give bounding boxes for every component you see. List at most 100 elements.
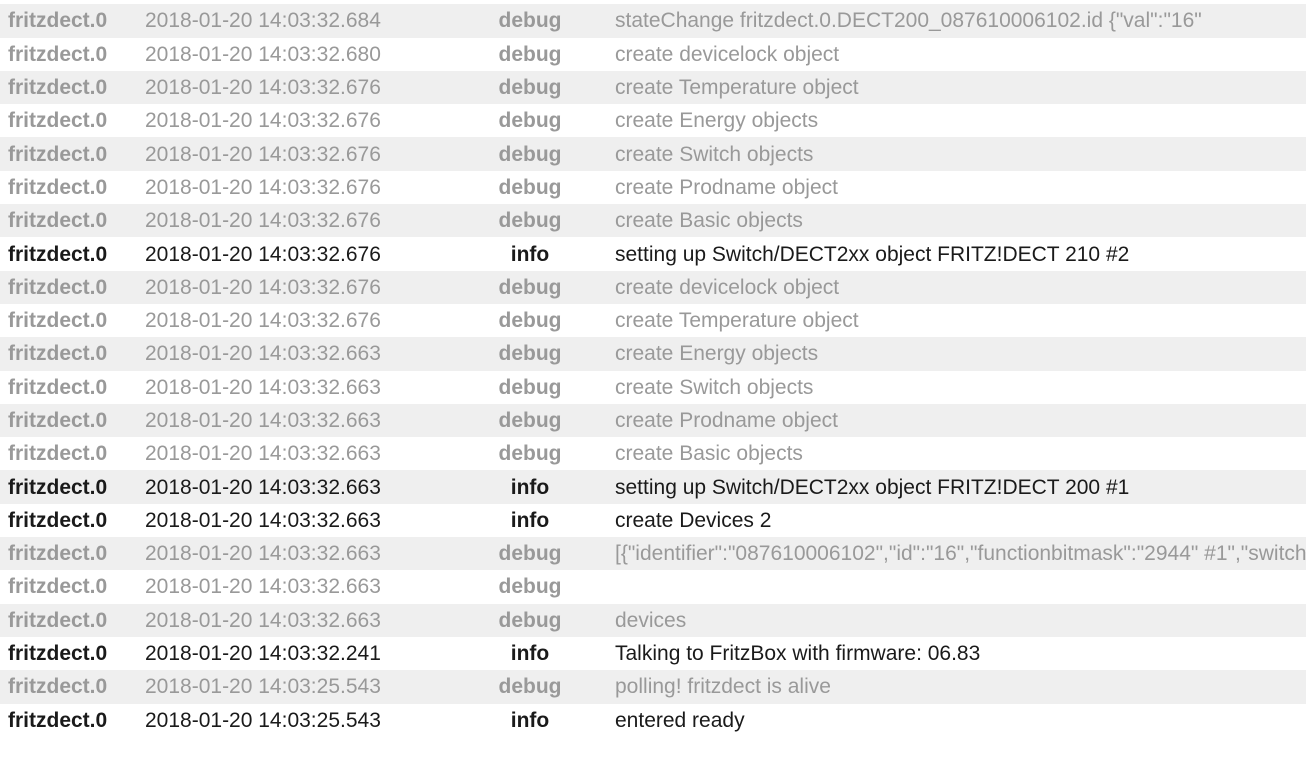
log-row[interactable]: fritzdect.0 2018-01-20 14:03:32.241 info Ta… xyxy=(0,636,1306,671)
log-severity: debug xyxy=(475,70,585,105)
log-row[interactable]: fritzdect.0 2018-01-20 14:03:32.676 debug c… xyxy=(0,270,1306,304)
log-source: fritzdect.0 xyxy=(0,70,145,105)
log-row[interactable]: fritzdect.0 2018-01-20 14:03:25.543 debug p… xyxy=(0,670,1306,704)
log-severity: info xyxy=(475,703,585,737)
log-severity: debug xyxy=(475,104,585,138)
log-row[interactable]: fritzdect.0 2018-01-20 14:03:32.676 debug c… xyxy=(0,70,1306,105)
log-message: devices xyxy=(585,603,1306,637)
log-source: fritzdect.0 xyxy=(0,370,145,404)
log-severity: debug xyxy=(475,403,585,438)
log-timestamp: 2018-01-20 14:03:32.684 xyxy=(145,4,475,38)
log-source: fritzdect.0 xyxy=(0,636,145,671)
log-table: fritzdect.0 2018-01-20 14:03:32.684 debug s… xyxy=(0,0,1306,737)
log-source: fritzdect.0 xyxy=(0,270,145,304)
log-message: create Energy objects xyxy=(585,337,1306,371)
log-timestamp: 2018-01-20 14:03:32.676 xyxy=(145,137,475,171)
log-timestamp: 2018-01-20 14:03:25.543 xyxy=(145,670,475,704)
log-message: create Switch objects xyxy=(585,370,1306,404)
log-severity: debug xyxy=(475,537,585,571)
log-row[interactable]: fritzdect.0 2018-01-20 14:03:32.676 info se… xyxy=(0,237,1306,271)
log-row[interactable]: fritzdect.0 2018-01-20 14:03:32.676 debug c… xyxy=(0,104,1306,138)
log-source: fritzdect.0 xyxy=(0,237,145,271)
log-message: create Temperature object xyxy=(585,70,1306,105)
log-row[interactable]: fritzdect.0 2018-01-20 14:03:32.663 debug c… xyxy=(0,437,1306,471)
log-table-body: fritzdect.0 2018-01-20 14:03:32.684 debug s… xyxy=(0,0,1306,737)
log-source: fritzdect.0 xyxy=(0,470,145,504)
log-row[interactable]: fritzdect.0 2018-01-20 14:03:32.684 debug s… xyxy=(0,4,1306,38)
log-message: create Basic objects xyxy=(585,437,1306,471)
log-source: fritzdect.0 xyxy=(0,437,145,471)
log-severity: info xyxy=(475,470,585,504)
log-message: polling! fritzdect is alive xyxy=(585,670,1306,704)
log-message: create Energy objects xyxy=(585,104,1306,138)
log-severity: debug xyxy=(475,570,585,604)
log-row[interactable]: fritzdect.0 2018-01-20 14:03:32.663 debug c… xyxy=(0,403,1306,438)
log-message: [{"identifier":"087610006102","id":"16",… xyxy=(585,537,1306,571)
log-severity: debug xyxy=(475,37,585,71)
log-timestamp: 2018-01-20 14:03:32.663 xyxy=(145,470,475,504)
log-timestamp: 2018-01-20 14:03:32.663 xyxy=(145,403,475,438)
log-message: create devicelock object xyxy=(585,37,1306,71)
log-source: fritzdect.0 xyxy=(0,4,145,38)
log-source: fritzdect.0 xyxy=(0,537,145,571)
log-timestamp: 2018-01-20 14:03:32.676 xyxy=(145,270,475,304)
log-row[interactable]: fritzdect.0 2018-01-20 14:03:32.663 debug d… xyxy=(0,603,1306,637)
log-row[interactable]: fritzdect.0 2018-01-20 14:03:32.663 debug[… xyxy=(0,537,1306,571)
log-source: fritzdect.0 xyxy=(0,570,145,604)
log-row[interactable]: fritzdect.0 2018-01-20 14:03:32.676 debug c… xyxy=(0,204,1306,238)
log-row[interactable]: fritzdect.0 2018-01-20 14:03:32.680 debug c… xyxy=(0,37,1306,71)
log-timestamp: 2018-01-20 14:03:32.676 xyxy=(145,170,475,205)
log-source: fritzdect.0 xyxy=(0,104,145,138)
log-timestamp: 2018-01-20 14:03:32.663 xyxy=(145,370,475,404)
log-message: stateChange fritzdect.0.DECT200_08761000… xyxy=(585,4,1306,38)
log-source: fritzdect.0 xyxy=(0,337,145,371)
log-severity: debug xyxy=(475,670,585,704)
log-severity: debug xyxy=(475,370,585,404)
log-row[interactable]: fritzdect.0 2018-01-20 14:03:32.676 debug c… xyxy=(0,137,1306,171)
log-severity: debug xyxy=(475,137,585,171)
log-message: setting up Switch/DECT2xx object FRITZ!D… xyxy=(585,470,1306,504)
log-source: fritzdect.0 xyxy=(0,170,145,205)
log-timestamp: 2018-01-20 14:03:32.680 xyxy=(145,37,475,71)
log-source: fritzdect.0 xyxy=(0,603,145,637)
log-source: fritzdect.0 xyxy=(0,503,145,538)
log-message: setting up Switch/DECT2xx object FRITZ!D… xyxy=(585,237,1306,271)
log-source: fritzdect.0 xyxy=(0,303,145,338)
log-row[interactable]: fritzdect.0 2018-01-20 14:03:32.663 debug c… xyxy=(0,337,1306,371)
log-severity: debug xyxy=(475,337,585,371)
log-row[interactable]: fritzdect.0 2018-01-20 14:03:25.543 info en… xyxy=(0,703,1306,737)
log-timestamp: 2018-01-20 14:03:32.663 xyxy=(145,537,475,571)
log-message: create Prodname object xyxy=(585,170,1306,205)
log-severity: debug xyxy=(475,170,585,205)
log-row[interactable]: fritzdect.0 2018-01-20 14:03:32.663 debug c… xyxy=(0,370,1306,404)
log-timestamp: 2018-01-20 14:03:32.676 xyxy=(145,204,475,238)
log-severity: debug xyxy=(475,303,585,338)
log-row[interactable]: fritzdect.0 2018-01-20 14:03:32.676 debug c… xyxy=(0,303,1306,338)
log-source: fritzdect.0 xyxy=(0,37,145,71)
log-timestamp: 2018-01-20 14:03:32.663 xyxy=(145,437,475,471)
log-source: fritzdect.0 xyxy=(0,204,145,238)
log-severity: debug xyxy=(475,204,585,238)
log-severity: info xyxy=(475,503,585,538)
log-severity: debug xyxy=(475,270,585,304)
log-timestamp: 2018-01-20 14:03:32.676 xyxy=(145,237,475,271)
log-severity: debug xyxy=(475,603,585,637)
log-timestamp: 2018-01-20 14:03:32.676 xyxy=(145,104,475,138)
log-source: fritzdect.0 xyxy=(0,670,145,704)
log-message: entered ready xyxy=(585,703,1306,737)
log-message: create Switch objects xyxy=(585,137,1306,171)
log-message: create Devices 2 xyxy=(585,503,1306,538)
log-row[interactable]: fritzdect.0 2018-01-20 14:03:32.663 info cr… xyxy=(0,503,1306,538)
log-row[interactable]: fritzdect.0 2018-01-20 14:03:32.663 debug xyxy=(0,570,1306,604)
log-message xyxy=(585,570,1306,604)
log-row[interactable]: fritzdect.0 2018-01-20 14:03:32.663 info se… xyxy=(0,470,1306,504)
log-message: create devicelock object xyxy=(585,270,1306,304)
log-severity: debug xyxy=(475,437,585,471)
log-timestamp: 2018-01-20 14:03:32.663 xyxy=(145,337,475,371)
log-message: create Prodname object xyxy=(585,403,1306,438)
log-severity: debug xyxy=(475,4,585,38)
log-timestamp: 2018-01-20 14:03:32.663 xyxy=(145,603,475,637)
log-source: fritzdect.0 xyxy=(0,137,145,171)
log-source: fritzdect.0 xyxy=(0,703,145,737)
log-row[interactable]: fritzdect.0 2018-01-20 14:03:32.676 debug c… xyxy=(0,170,1306,205)
